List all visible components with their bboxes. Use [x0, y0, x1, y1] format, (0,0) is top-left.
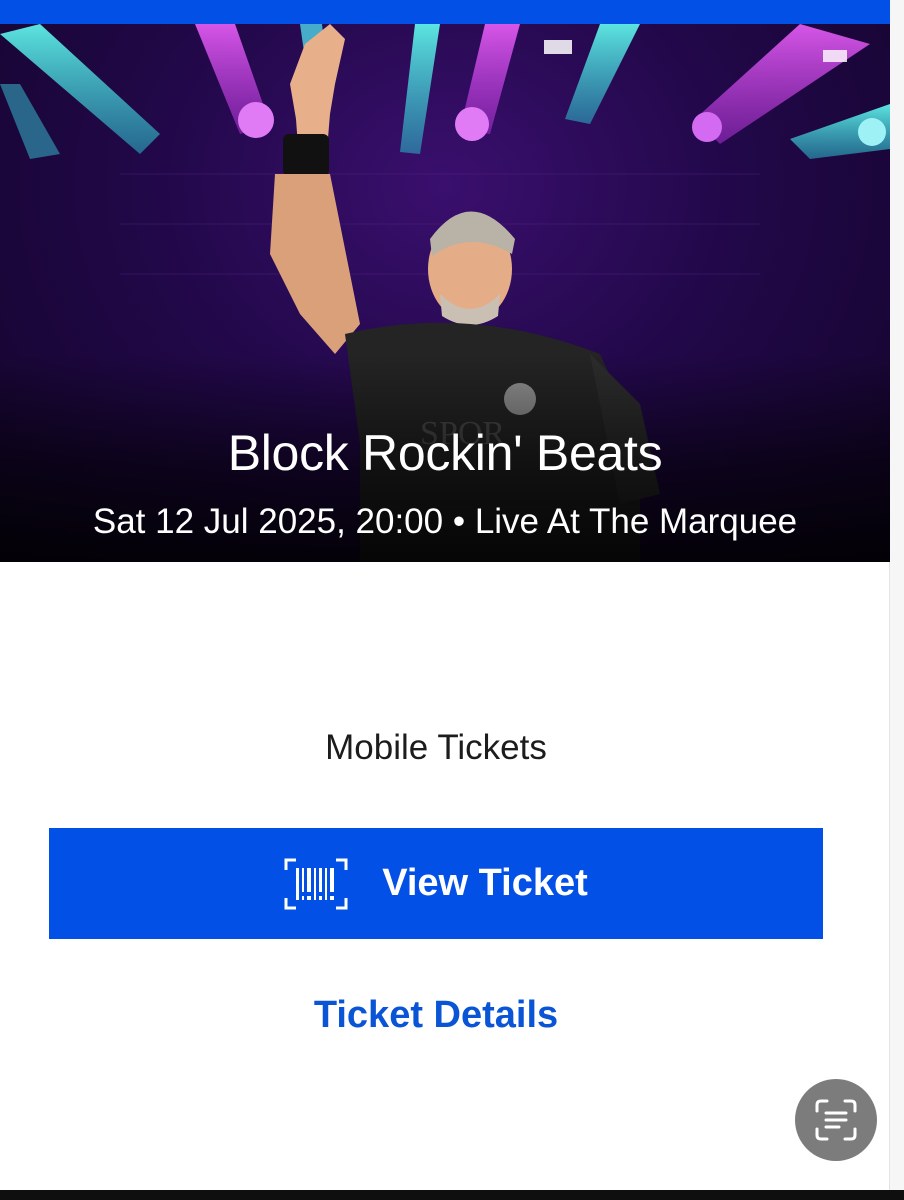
top-app-bar — [0, 0, 890, 24]
event-hero-image: SPOR Block Rockin' Beats Sat 12 Jul 2025… — [0, 24, 890, 562]
text-scan-icon — [815, 1099, 857, 1141]
view-ticket-button[interactable]: View Ticket — [49, 828, 823, 939]
event-title: Block Rockin' Beats — [227, 425, 663, 481]
view-ticket-label: View Ticket — [382, 862, 588, 904]
text-scan-button[interactable] — [795, 1079, 877, 1161]
bottom-edge — [0, 1190, 904, 1200]
event-date-venue: Sat 12 Jul 2025, 20:00 • Live At The Mar… — [92, 502, 798, 541]
barcode-scan-icon — [284, 858, 348, 909]
mobile-tickets-heading: Mobile Tickets — [325, 728, 547, 767]
page-edge — [890, 0, 904, 1190]
ticket-details-link[interactable]: Ticket Details — [0, 994, 872, 1037]
